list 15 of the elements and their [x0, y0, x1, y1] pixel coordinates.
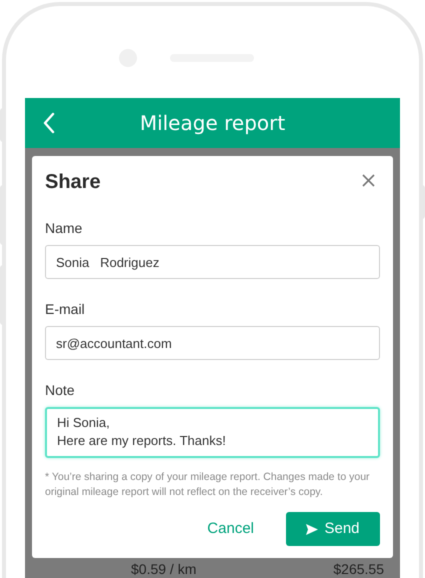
input-field[interactable]: sr@accountant.com [45, 326, 380, 360]
field-label: Note [45, 382, 76, 399]
send-label: Send [324, 518, 360, 539]
footnote: * You’re sharing a copy of your mileage report. Changes made to your original mileage report will not reflect on the receiver’s copy. [45, 470, 371, 500]
note-field[interactable]: Hi Sonia, Here are my reports. Thanks! [45, 407, 380, 458]
input-field[interactable]: Sonia Rodriguez [45, 245, 380, 279]
screen-title: Mileage report [140, 110, 286, 137]
dialog-title: Share [45, 170, 101, 194]
close-icon [362, 174, 374, 186]
field-label: E-mail [45, 301, 86, 318]
send-icon [306, 524, 318, 534]
amount-text: $265.55 [333, 560, 384, 578]
field-label: Name [45, 220, 84, 237]
back-icon [43, 112, 55, 134]
rate-text: $0.59 / km [131, 560, 196, 578]
